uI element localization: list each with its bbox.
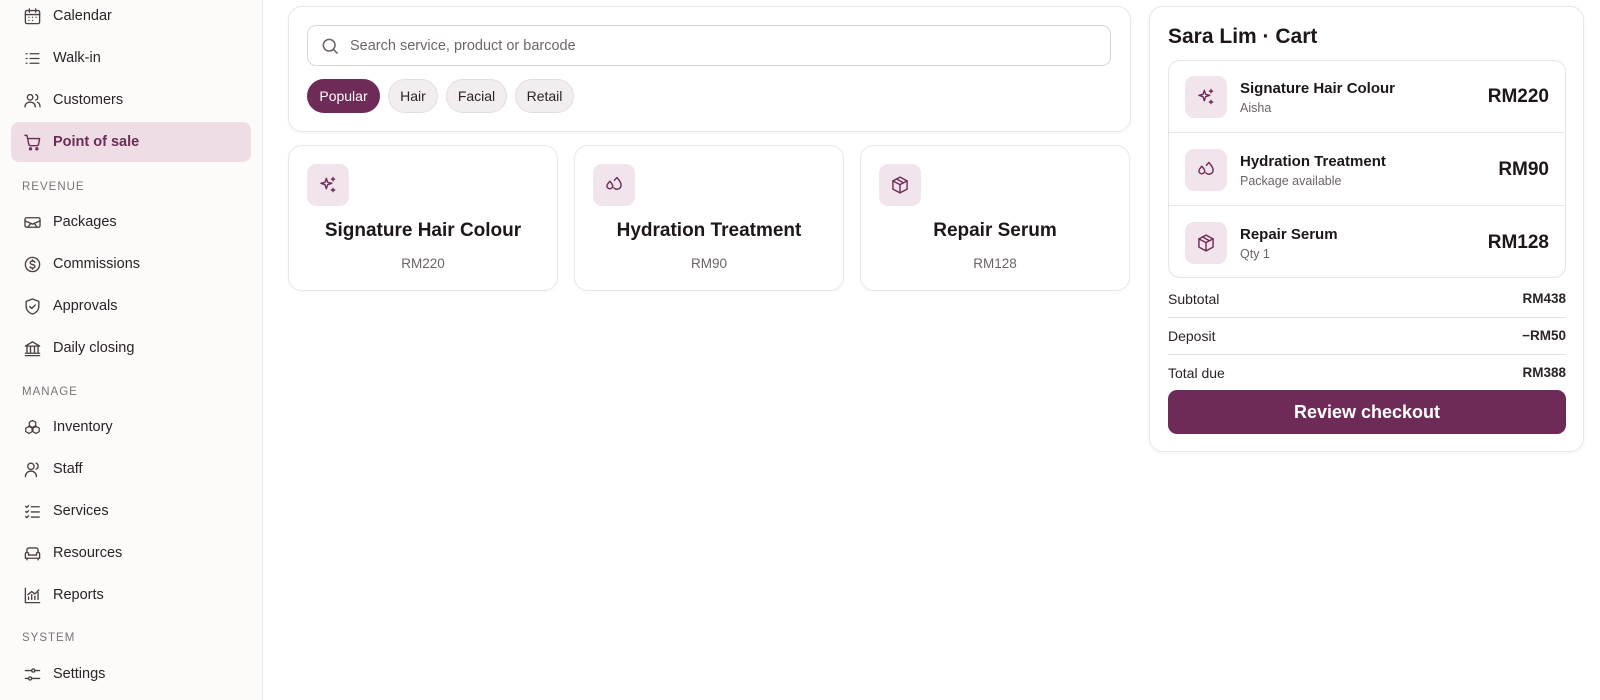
cart-line-price: RM220 [1487,86,1549,107]
sidebar-item-label: Staff [53,461,83,477]
section-label-manage: MANAGE [22,386,78,398]
package-icon [1185,222,1227,264]
total-due-label: Total due [1168,364,1225,381]
cart-line-item[interactable]: Signature Hair Colour Aisha RM220 [1169,61,1565,133]
product-card-signature-hair-colour[interactable]: Signature Hair Colour RM220 [288,145,558,291]
sidebar-item-walk-in[interactable]: Walk-in [11,38,251,78]
sidebar-item-settings[interactable]: Settings [11,654,251,694]
cart-line-price: RM128 [1487,232,1549,253]
sidebar-item-label: Daily closing [53,340,135,356]
product-name: Hydration Treatment [616,220,802,241]
sparkles-icon [1185,76,1227,118]
shield-check-icon [22,296,42,316]
sidebar-item-customers[interactable]: Customers [11,80,251,120]
sidebar-item-services[interactable]: Services [11,491,251,531]
cart-line-detail: Package available [1240,174,1342,188]
cart-icon [22,132,42,152]
sidebar-item-label: Resources [53,545,123,561]
cart-line-detail: Qty 1 [1240,247,1270,261]
deposit-label: Deposit [1168,327,1216,344]
product-price: RM90 [690,256,727,271]
sidebar-item-label: Settings [53,666,106,682]
chip-retail[interactable]: Retail [515,79,574,113]
chip-facial[interactable]: Facial [446,79,507,113]
total-due-value: RM388 [1522,365,1566,380]
sidebar-item-reports[interactable]: Reports [11,575,251,615]
section-label-system: SYSTEM [22,632,76,644]
cart-line-detail: Aisha [1240,101,1272,115]
sidebar-item-commissions[interactable]: Commissions [11,244,251,284]
chip-label: Retail [526,88,563,104]
catalog-search-panel: Popular Hair Facial Retail [288,6,1131,132]
product-name: Repair Serum [933,220,1057,241]
sidebar-item-label: Approvals [53,298,118,314]
sidebar-item-label: Calendar [53,8,112,24]
chip-hair[interactable]: Hair [388,79,438,113]
cart-title: Sara Lim · Cart [1168,25,1318,48]
sidebar-item-label: Walk-in [53,50,101,66]
total-due-row: Total due RM388 [1168,354,1566,391]
users-icon [22,90,42,110]
sofa-icon [22,543,42,563]
sidebar-item-staff[interactable]: Staff [11,449,251,489]
sidebar-item-label: Inventory [53,419,113,435]
review-checkout-button[interactable]: Review checkout [1168,390,1566,434]
sidebar-item-approvals[interactable]: Approvals [11,286,251,326]
sidebar-item-label: Point of sale [53,134,140,150]
cart-line-name: Repair Serum [1240,226,1338,243]
sidebar-item-label: Customers [53,92,124,108]
sidebar: Calendar Walk-in Customers Point of sale… [0,0,263,700]
section-label-revenue: REVENUE [22,181,85,193]
sidebar-item-daily-closing[interactable]: Daily closing [11,328,251,368]
cart-panel: Sara Lim · Cart Signature Hair Colour Ai… [1149,6,1584,452]
deposit-row: Deposit −RM50 [1168,317,1566,354]
subtotal-value: RM438 [1522,291,1566,306]
sidebar-item-label: Commissions [53,256,141,272]
sliders-icon [22,664,42,684]
search-input[interactable] [350,26,1110,65]
chart-icon [22,585,42,605]
chip-label: Popular [319,88,368,104]
deposit-value: −RM50 [1522,328,1566,343]
cart-line-name: Hydration Treatment [1240,153,1386,170]
dollar-circle-icon [22,254,42,274]
product-card-repair-serum[interactable]: Repair Serum RM128 [860,145,1130,291]
product-name: Signature Hair Colour [324,220,522,241]
product-price: RM220 [401,256,445,271]
chip-label: Facial [457,88,496,104]
calendar-icon [22,6,42,26]
user-icon [22,459,42,479]
sidebar-item-label: Services [53,503,109,519]
boxes-icon [22,417,42,437]
package-icon [879,164,921,206]
search-icon [320,35,342,57]
sidebar-item-calendar[interactable]: Calendar [11,0,251,36]
search-box[interactable] [307,25,1111,66]
sidebar-item-packages[interactable]: Packages [11,202,251,242]
chip-label: Hair [400,88,426,104]
list-icon [22,48,42,68]
sidebar-item-label: Packages [53,214,117,230]
cart-line-list: Signature Hair Colour Aisha RM220 Hydrat… [1168,60,1566,278]
droplets-icon [593,164,635,206]
ticket-icon [22,212,42,232]
cart-line-item[interactable]: Hydration Treatment Package available RM… [1169,134,1565,206]
list-checks-icon [22,501,42,521]
bank-icon [22,338,42,358]
cart-line-item[interactable]: Repair Serum Qty 1 RM128 [1169,207,1565,277]
droplets-icon [1185,149,1227,191]
chip-popular[interactable]: Popular [307,79,380,113]
cart-line-name: Signature Hair Colour [1240,80,1396,97]
sidebar-item-resources[interactable]: Resources [11,533,251,573]
subtotal-row: Subtotal RM438 [1168,280,1566,317]
sidebar-item-label: Reports [53,587,104,603]
sidebar-item-inventory[interactable]: Inventory [11,407,251,447]
product-card-hydration-treatment[interactable]: Hydration Treatment RM90 [574,145,844,291]
cart-line-price: RM90 [1498,159,1549,180]
sparkles-icon [307,164,349,206]
subtotal-label: Subtotal [1168,290,1220,307]
sidebar-item-point-of-sale[interactable]: Point of sale [11,122,251,162]
product-price: RM128 [973,256,1017,271]
